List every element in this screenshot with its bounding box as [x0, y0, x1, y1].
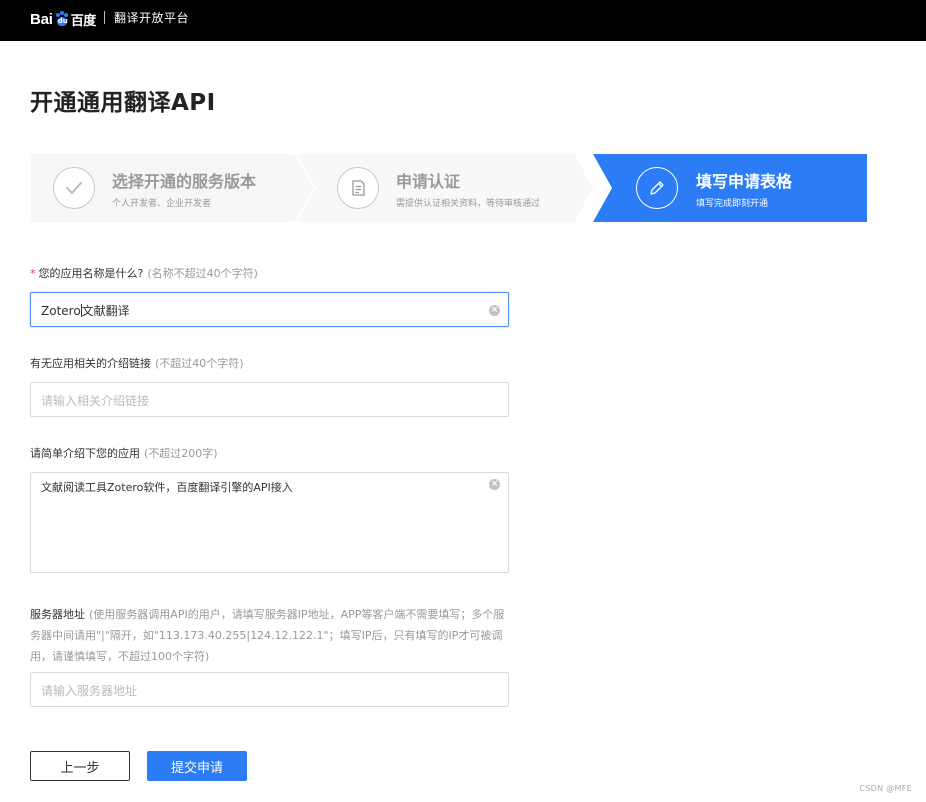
app-name-label-text: 您的应用名称是什么? — [38, 267, 144, 280]
server-address-input[interactable]: 请输入服务器地址 — [30, 672, 509, 707]
step-subtitle: 需提供认证相关资料，等待审核通过 — [396, 199, 541, 209]
logo-text-latin: Bai — [30, 10, 53, 28]
app-desc-label: 请简单介绍下您的应用 (不超过200字) — [30, 445, 218, 461]
prev-step-button[interactable]: 上一步 — [30, 751, 130, 781]
server-address-hint: (使用服务器调用API的用户，请填写服务器IP地址，APP等客户端不需要填写；多… — [30, 608, 505, 663]
page-title: 开通通用翻译API — [30, 90, 216, 116]
app-desc-value: 文献阅读工具Zotero软件，百度翻译引擎的API接入 — [41, 481, 293, 494]
app-desc-label-text: 请简单介绍下您的应用 — [30, 447, 140, 460]
intro-link-label-text: 有无应用相关的介绍链接 — [30, 357, 151, 370]
server-address-placeholder: 请输入服务器地址 — [41, 684, 138, 698]
step-fill-form: 填写申请表格 填写完成即刻开通 — [593, 154, 867, 222]
required-mark: * — [30, 267, 36, 280]
step-circle — [53, 167, 95, 209]
intro-link-label: 有无应用相关的介绍链接 (不超过40个字符) — [30, 355, 244, 371]
app-desc-textarea[interactable]: 文献阅读工具Zotero软件，百度翻译引擎的API接入 × — [30, 472, 509, 573]
step-title: 选择开通的服务版本 — [112, 172, 257, 191]
step-subtitle: 填写完成即刻开通 — [696, 199, 769, 209]
document-icon — [352, 180, 365, 196]
intro-link-placeholder: 请输入相关介绍链接 — [41, 394, 150, 408]
progress-steps: 选择开通的服务版本 个人开发者、企业开发者 申请认证 需提供认证相关资料，等待审… — [31, 154, 867, 222]
app-desc-hint: (不超过200字) — [144, 447, 218, 460]
app-name-input[interactable]: Zotero文献翻译 × — [30, 292, 509, 327]
step-subtitle: 个人开发者、企业开发者 — [112, 199, 212, 209]
clear-icon[interactable]: × — [489, 305, 500, 316]
step-title: 填写申请表格 — [696, 172, 793, 191]
logo-paw-text: du — [57, 17, 68, 25]
step-circle — [636, 167, 678, 209]
logo-text-cn: 百度 — [70, 13, 97, 29]
header-divider — [104, 11, 105, 24]
server-address-label: 服务器地址 (使用服务器调用API的用户，请填写服务器IP地址，APP等客户端不需… — [30, 604, 510, 667]
paw-icon: du — [54, 11, 70, 27]
step-circle — [337, 167, 379, 209]
watermark: CSDN @MFE — [859, 784, 912, 793]
server-address-label-text: 服务器地址 — [30, 608, 85, 621]
submit-button[interactable]: 提交申请 — [147, 751, 247, 781]
app-name-hint: (名称不超过40个字符) — [147, 267, 258, 280]
platform-name[interactable]: 翻译开放平台 — [114, 9, 189, 26]
check-icon — [66, 182, 82, 194]
clear-icon[interactable]: × — [489, 479, 500, 490]
step-certification: 申请认证 需提供认证相关资料，等待审核通过 — [296, 154, 593, 222]
app-name-value: Zotero文献翻译 — [41, 304, 130, 318]
top-bar: Bai du 百度 翻译开放平台 — [0, 0, 926, 41]
intro-link-hint: (不超过40个字符) — [155, 357, 244, 370]
baidu-logo[interactable]: Bai du 百度 — [30, 9, 96, 29]
pencil-icon — [650, 181, 664, 195]
intro-link-input[interactable]: 请输入相关介绍链接 — [30, 382, 509, 417]
app-name-label: * 您的应用名称是什么? (名称不超过40个字符) — [30, 265, 258, 281]
step-select-version: 选择开通的服务版本 个人开发者、企业开发者 — [31, 154, 296, 222]
step-title: 申请认证 — [396, 172, 461, 191]
